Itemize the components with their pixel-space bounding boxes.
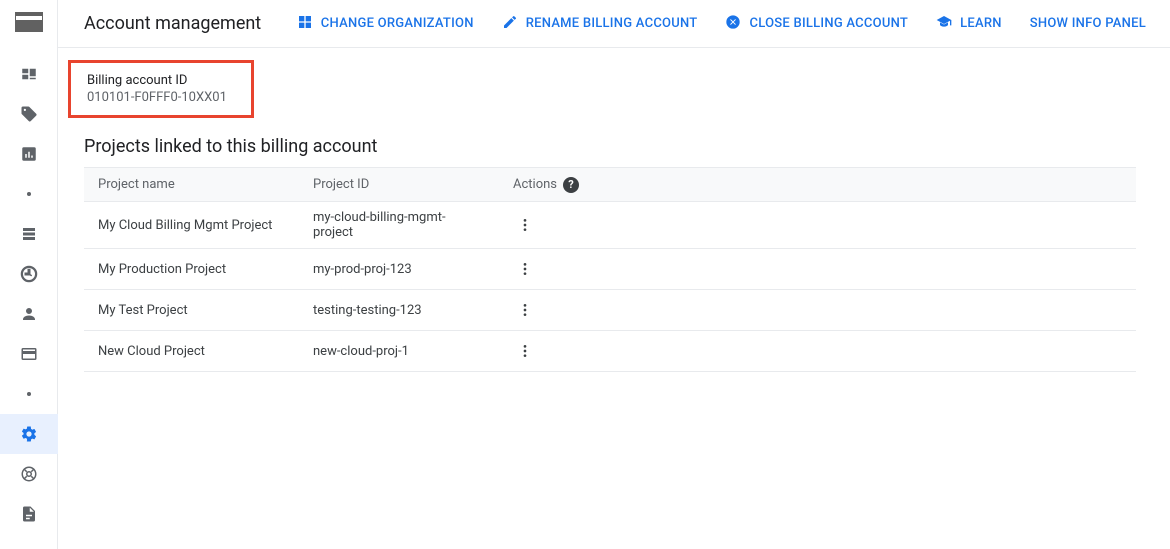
sidebar-item-account[interactable] [0, 294, 58, 334]
page-title: Account management [84, 13, 261, 34]
graduation-cap-icon [936, 14, 952, 34]
cell-project-id: my-cloud-billing-mgmt-project [299, 202, 499, 249]
table-row: My Test Projecttesting-testing-123 [84, 290, 1136, 331]
show-info-panel-button[interactable]: SHOW INFO PANEL [1030, 16, 1146, 31]
sidebar-separator [0, 174, 58, 214]
sidebar-item-pricing[interactable] [0, 94, 58, 134]
row-actions-menu-button[interactable] [513, 339, 537, 363]
row-actions-menu-button[interactable] [513, 298, 537, 322]
cell-project-id: my-prod-proj-123 [299, 249, 499, 290]
header-actions: CHANGE ORGANIZATION RENAME BILLING ACCOU… [297, 14, 1146, 34]
change-organization-label: CHANGE ORGANIZATION [321, 16, 474, 31]
sidebar-item-settings[interactable] [0, 414, 58, 454]
show-info-panel-label: SHOW INFO PANEL [1030, 16, 1146, 31]
sidebar-item-support[interactable] [0, 454, 58, 494]
billing-id-value: 010101-F0FFF0-10XX01 [87, 90, 227, 105]
th-project-id[interactable]: Project ID [299, 168, 499, 202]
table-row: My Cloud Billing Mgmt Projectmy-cloud-bi… [84, 202, 1136, 249]
cell-actions [499, 290, 1136, 331]
sidebar-item-commitments[interactable] [0, 254, 58, 294]
billing-id-label: Billing account ID [87, 73, 227, 88]
projects-table: Project name Project ID Actions ? My Clo… [84, 167, 1136, 372]
sidebar [0, 0, 58, 549]
sidebar-item-payment[interactable] [0, 334, 58, 374]
cell-project-name: My Test Project [84, 290, 299, 331]
th-actions-label: Actions [513, 177, 557, 192]
help-icon[interactable]: ? [563, 177, 579, 193]
cell-project-id: testing-testing-123 [299, 290, 499, 331]
learn-button[interactable]: LEARN [936, 14, 1002, 34]
grid-icon [297, 14, 313, 34]
edit-icon [502, 14, 518, 34]
close-billing-button[interactable]: CLOSE BILLING ACCOUNT [725, 14, 908, 34]
cell-actions [499, 202, 1136, 249]
cell-actions [499, 249, 1136, 290]
page-header: Account management CHANGE ORGANIZATION R… [58, 0, 1170, 48]
close-billing-label: CLOSE BILLING ACCOUNT [749, 16, 908, 31]
sidebar-item-reports[interactable] [0, 134, 58, 174]
table-row: My Production Projectmy-prod-proj-123 [84, 249, 1136, 290]
close-circle-icon [725, 14, 741, 34]
cell-project-name: New Cloud Project [84, 331, 299, 372]
row-actions-menu-button[interactable] [513, 213, 537, 237]
th-project-name[interactable]: Project name [84, 168, 299, 202]
cell-project-name: My Production Project [84, 249, 299, 290]
main-content: Account management CHANGE ORGANIZATION R… [58, 0, 1170, 549]
rename-billing-button[interactable]: RENAME BILLING ACCOUNT [502, 14, 698, 34]
sidebar-separator-2 [0, 374, 58, 414]
cell-project-name: My Cloud Billing Mgmt Project [84, 202, 299, 249]
cell-project-id: new-cloud-proj-1 [299, 331, 499, 372]
projects-table-wrap: Project name Project ID Actions ? My Clo… [84, 167, 1136, 372]
content-area: Billing account ID 010101-F0FFF0-10XX01 … [58, 48, 1170, 372]
change-organization-button[interactable]: CHANGE ORGANIZATION [297, 14, 474, 34]
table-row: New Cloud Projectnew-cloud-proj-1 [84, 331, 1136, 372]
billing-id-box: Billing account ID 010101-F0FFF0-10XX01 [68, 60, 254, 118]
th-actions: Actions ? [499, 168, 1136, 202]
row-actions-menu-button[interactable] [513, 257, 537, 281]
rename-billing-label: RENAME BILLING ACCOUNT [526, 16, 698, 31]
billing-logo-icon [9, 6, 49, 38]
cell-actions [499, 331, 1136, 372]
section-title: Projects linked to this billing account [84, 136, 1146, 157]
sidebar-item-overview[interactable] [0, 54, 58, 94]
sidebar-item-docs[interactable] [0, 494, 58, 534]
sidebar-item-cost-table[interactable] [0, 214, 58, 254]
learn-label: LEARN [960, 16, 1002, 31]
